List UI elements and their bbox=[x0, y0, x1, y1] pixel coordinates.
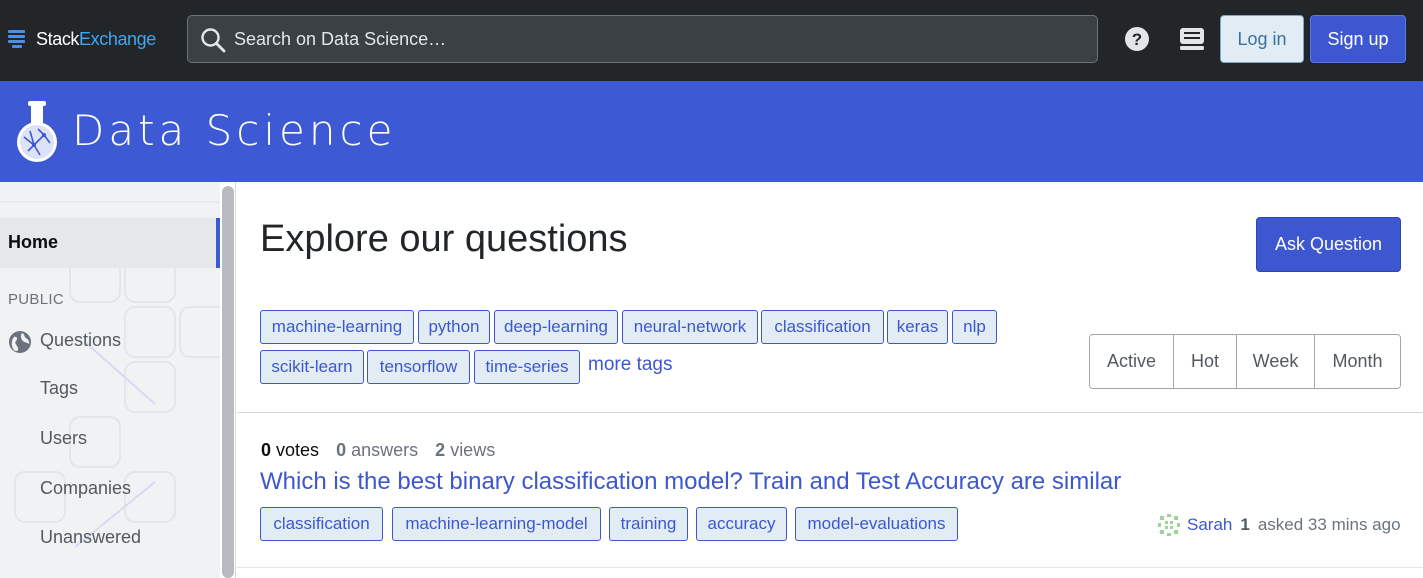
popular-tag[interactable]: nlp bbox=[952, 310, 997, 344]
search-input[interactable] bbox=[234, 16, 1084, 62]
sidebar-scrollbar-thumb[interactable] bbox=[222, 186, 234, 578]
left-sidebar: Home PUBLIC Questions Tags Users Compani… bbox=[0, 182, 236, 578]
signup-button[interactable]: Sign up bbox=[1310, 15, 1406, 63]
site-header: Data Science bbox=[0, 81, 1423, 182]
popular-tag[interactable]: machine-learning bbox=[260, 310, 414, 344]
globe-icon bbox=[9, 331, 31, 353]
login-button[interactable]: Log in bbox=[1220, 15, 1304, 63]
logo-text-stack: Stack bbox=[36, 28, 80, 49]
question-filter-group: Active Hot Week Month bbox=[1089, 334, 1401, 389]
main-content: Explore our questions Ask Question machi… bbox=[237, 182, 1423, 578]
sidebar-item-tags[interactable]: Tags bbox=[40, 378, 78, 399]
views-label: views bbox=[450, 440, 496, 460]
sidebar-scrollbar[interactable] bbox=[220, 182, 235, 578]
answers-stat: 0 answers bbox=[336, 440, 418, 460]
question-tag[interactable]: training bbox=[609, 507, 688, 541]
answers-label: answers bbox=[351, 440, 419, 460]
popular-tag[interactable]: tensorflow bbox=[367, 350, 470, 384]
sidebar-section-public: PUBLIC bbox=[8, 291, 64, 308]
question-user-reputation: 1 bbox=[1240, 515, 1250, 534]
popular-tag[interactable]: neural-network bbox=[622, 310, 758, 344]
question-user-card: Sarah 1 asked 33 mins ago bbox=[1158, 513, 1401, 537]
stackexchange-logo[interactable]: Stack Exchange bbox=[8, 26, 156, 52]
help-icon[interactable]: ? bbox=[1124, 26, 1150, 52]
question-title-link[interactable]: Which is the best binary classification … bbox=[260, 468, 1121, 496]
answers-count: 0 bbox=[336, 440, 347, 460]
flask-icon[interactable] bbox=[14, 99, 60, 163]
sidebar-item-companies[interactable]: Companies bbox=[40, 478, 131, 499]
views-count: 2 bbox=[435, 440, 446, 460]
sidebar-item-unanswered[interactable]: Unanswered bbox=[40, 527, 141, 548]
svg-text:?: ? bbox=[1132, 30, 1142, 49]
filter-month-button[interactable]: Month bbox=[1315, 335, 1400, 388]
inbox-icon[interactable] bbox=[1178, 25, 1206, 53]
sidebar-item-home[interactable]: Home bbox=[0, 218, 220, 268]
sidebar-item-home-label: Home bbox=[8, 232, 59, 252]
filter-week-button[interactable]: Week bbox=[1237, 335, 1315, 388]
question-tag[interactable]: classification bbox=[260, 507, 383, 541]
popular-tag[interactable]: classification bbox=[761, 310, 884, 344]
search-box[interactable] bbox=[187, 15, 1098, 63]
filter-hot-button[interactable]: Hot bbox=[1174, 335, 1237, 388]
site-name[interactable]: Data Science bbox=[72, 103, 396, 159]
more-tags-link[interactable]: more tags bbox=[588, 354, 672, 376]
filter-active-button[interactable]: Active bbox=[1090, 335, 1174, 388]
sidebar-item-users[interactable]: Users bbox=[40, 428, 87, 449]
popular-tag[interactable]: keras bbox=[887, 310, 948, 344]
logo-text-exchange: Exchange bbox=[79, 28, 156, 49]
divider bbox=[237, 567, 1423, 568]
stackexchange-icon bbox=[8, 28, 26, 50]
question-tag[interactable]: model-evaluations bbox=[795, 507, 958, 541]
question-user-name[interactable]: Sarah bbox=[1187, 515, 1232, 535]
avatar[interactable] bbox=[1158, 514, 1180, 536]
question-tag[interactable]: accuracy bbox=[696, 507, 787, 541]
question-tag[interactable]: machine-learning-model bbox=[392, 507, 601, 541]
votes-label: votes bbox=[276, 440, 320, 460]
popular-tag[interactable]: python bbox=[418, 310, 490, 344]
question-stats: 0 votes 0 answers 2 views bbox=[261, 440, 507, 461]
page-title: Explore our questions bbox=[260, 218, 628, 260]
top-bar: StackExchange ? Log in Sign up bbox=[0, 0, 1423, 81]
ask-question-button[interactable]: Ask Question bbox=[1256, 217, 1401, 272]
divider bbox=[237, 412, 1423, 413]
popular-tag[interactable]: deep-learning bbox=[494, 310, 618, 344]
question-asked-time: asked 33 mins ago bbox=[1257, 515, 1401, 534]
views-stat: 2 views bbox=[435, 440, 495, 460]
popular-tag[interactable]: time-series bbox=[474, 350, 580, 384]
popular-tag[interactable]: scikit-learn bbox=[260, 350, 364, 384]
votes-stat: 0 votes bbox=[261, 440, 319, 460]
search-icon bbox=[201, 28, 226, 53]
sidebar-item-questions[interactable]: Questions bbox=[40, 330, 121, 351]
votes-count: 0 bbox=[261, 440, 272, 460]
